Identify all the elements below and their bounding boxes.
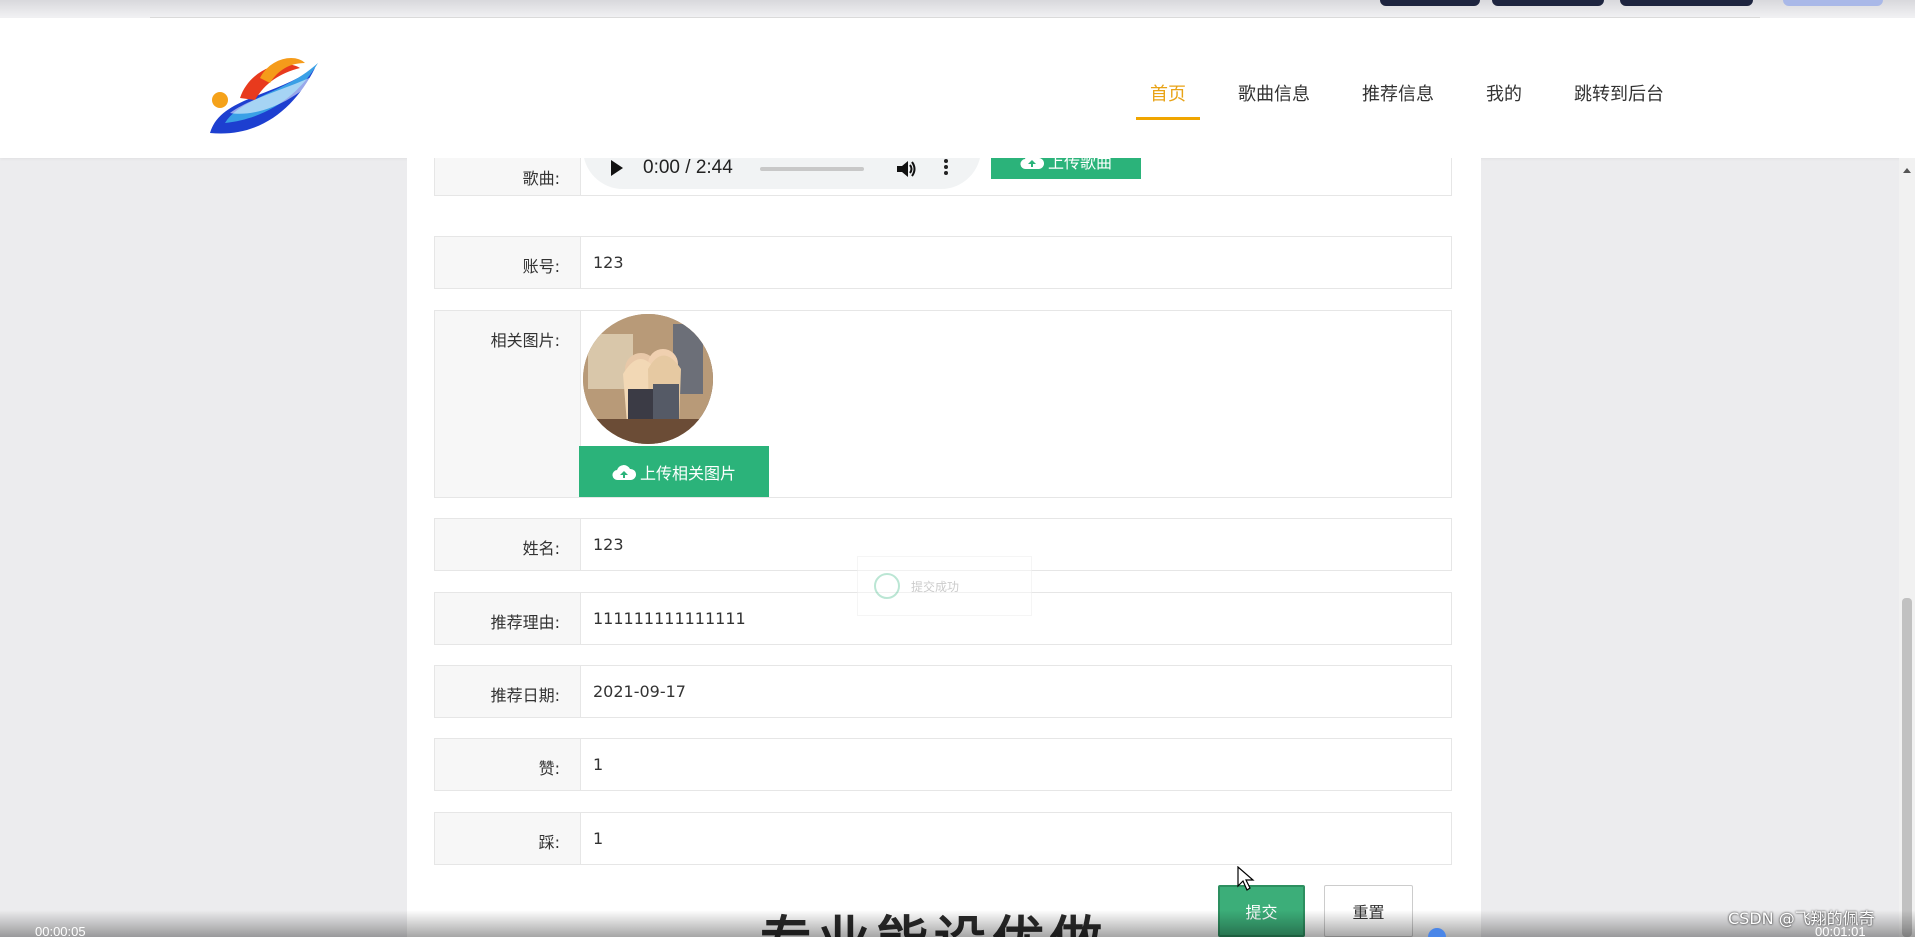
audio-player[interactable]: 0:00 / 2:44 bbox=[583, 158, 981, 189]
form-row-like: 赞: 1 bbox=[434, 738, 1452, 791]
form-panel: 歌曲: 0:00 / 2:44 上传歌曲 账号: 123 相关图片: 上传相关图… bbox=[407, 158, 1481, 937]
nav-home[interactable]: 首页 bbox=[1136, 80, 1200, 120]
like-label: 赞: bbox=[538, 759, 560, 778]
success-toast: 提交成功 bbox=[857, 556, 1032, 616]
name-label: 姓名: bbox=[522, 539, 560, 558]
banner-text: 专业能设优做 bbox=[760, 912, 1108, 937]
reason-label: 推荐理由: bbox=[490, 613, 560, 632]
account-value: 123 bbox=[593, 253, 624, 272]
reset-button[interactable]: 重置 bbox=[1324, 885, 1413, 937]
song-value: 0:00 / 2:44 上传歌曲 bbox=[580, 158, 1451, 195]
scrollbar-thumb[interactable] bbox=[1902, 598, 1912, 937]
form-row-account: 账号: 123 bbox=[434, 236, 1452, 289]
cloud-upload-icon bbox=[1020, 158, 1044, 170]
top-tab-2[interactable] bbox=[1492, 0, 1604, 6]
page-scrollbar[interactable] bbox=[1899, 158, 1915, 937]
mouse-cursor-icon bbox=[1237, 866, 1255, 891]
form-row-image: 相关图片: 上传相关图片 bbox=[434, 310, 1452, 498]
volume-icon[interactable] bbox=[895, 158, 917, 180]
image-label: 相关图片: bbox=[490, 331, 560, 350]
audio-time: 0:00 / 2:44 bbox=[643, 158, 733, 178]
dislike-field[interactable]: 1 bbox=[580, 813, 1451, 864]
date-value: 2021-09-17 bbox=[593, 682, 686, 701]
nav-recommendations[interactable]: 推荐信息 bbox=[1362, 80, 1434, 120]
site-logo[interactable] bbox=[200, 38, 330, 158]
scroll-up-icon[interactable] bbox=[1903, 168, 1911, 173]
dislike-label: 踩: bbox=[538, 833, 560, 852]
form-row-song: 歌曲: 0:00 / 2:44 上传歌曲 bbox=[434, 158, 1452, 196]
play-icon[interactable] bbox=[611, 160, 623, 176]
date-label: 推荐日期: bbox=[490, 686, 560, 705]
submit-button[interactable]: 提交 bbox=[1218, 885, 1305, 937]
nav-songs[interactable]: 歌曲信息 bbox=[1238, 80, 1310, 120]
photo-image bbox=[583, 314, 713, 444]
like-value: 1 bbox=[593, 755, 604, 774]
video-left-time: 00:00:05 bbox=[35, 924, 86, 937]
nav-admin[interactable]: 跳转到后台 bbox=[1574, 80, 1664, 120]
audio-progress-bar[interactable] bbox=[760, 167, 864, 171]
more-options-icon[interactable] bbox=[943, 158, 949, 177]
like-field[interactable]: 1 bbox=[580, 739, 1451, 790]
upload-image-label: 上传相关图片 bbox=[639, 463, 736, 483]
user-avatar-top[interactable] bbox=[1783, 0, 1883, 6]
top-tab-3[interactable] bbox=[1620, 0, 1753, 6]
browser-top-strip bbox=[0, 0, 1915, 18]
toast-message: 提交成功 bbox=[911, 580, 960, 594]
upload-image-button[interactable]: 上传相关图片 bbox=[579, 446, 769, 497]
upload-song-label: 上传歌曲 bbox=[1047, 158, 1112, 172]
site-header: 首页 歌曲信息 推荐信息 我的 跳转到后台 bbox=[0, 18, 1915, 158]
cloud-upload-icon bbox=[612, 464, 636, 480]
reason-value: 111111111111111 bbox=[593, 609, 746, 628]
smile-icon bbox=[874, 573, 900, 599]
upload-song-button[interactable]: 上传歌曲 bbox=[991, 158, 1141, 179]
form-row-dislike: 踩: 1 bbox=[434, 812, 1452, 865]
account-field[interactable]: 123 bbox=[580, 237, 1451, 288]
related-image-preview bbox=[583, 314, 713, 444]
form-row-date: 推荐日期: 2021-09-17 bbox=[434, 665, 1452, 718]
watermark: CSDN @飞翔的佩奇 bbox=[1728, 909, 1875, 928]
dislike-value: 1 bbox=[593, 829, 604, 848]
account-label: 账号: bbox=[522, 257, 560, 276]
date-field[interactable]: 2021-09-17 bbox=[580, 666, 1451, 717]
nav-mine[interactable]: 我的 bbox=[1486, 80, 1522, 120]
main-nav: 首页 歌曲信息 推荐信息 我的 跳转到后台 bbox=[1136, 80, 1716, 120]
name-value: 123 bbox=[593, 535, 624, 554]
song-label: 歌曲: bbox=[522, 169, 560, 188]
top-tab-1[interactable] bbox=[1380, 0, 1480, 6]
image-value: 上传相关图片 bbox=[579, 311, 1451, 497]
